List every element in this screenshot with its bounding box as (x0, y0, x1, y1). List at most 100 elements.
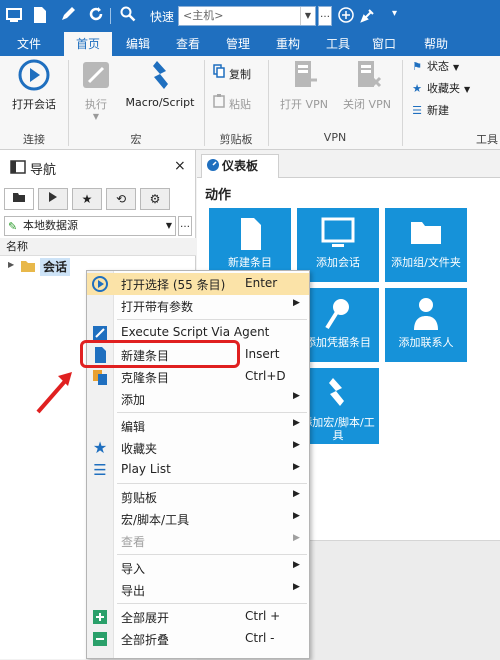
menu-separator (117, 412, 307, 413)
submenu-arrow-icon: ▶ (293, 440, 300, 450)
expand-icon[interactable]: ▶ (8, 260, 14, 269)
folder-tab-icon[interactable] (4, 188, 34, 210)
menu-item-label: 全部展开 (121, 611, 170, 625)
submenu-arrow-icon: ▶ (293, 298, 300, 308)
close-vpn-label: 关闭 VPN (343, 98, 391, 111)
menu-favorites[interactable]: ★ 收藏夹 ▶ (87, 437, 309, 459)
menu-item-label: 剪贴板 (121, 491, 158, 505)
gear-icon[interactable]: ⚙ (140, 188, 170, 210)
group-macro-label: 宏 (130, 133, 142, 146)
tab-view[interactable]: 查看 (166, 32, 210, 56)
tab-home[interactable]: 首页 (64, 32, 112, 56)
edit-pencil-icon[interactable] (58, 6, 78, 26)
new-button[interactable]: ☰ 新建 (410, 102, 449, 120)
submenu-arrow-icon: ▶ (293, 418, 300, 428)
execute-button[interactable]: 执行 ▼ (74, 58, 118, 121)
submenu-arrow-icon: ▶ (293, 582, 300, 592)
menu-item-label: Play List (121, 462, 171, 476)
history-tab-icon[interactable]: ⟲ (106, 188, 136, 210)
tile-label: 添加凭据条目 (305, 336, 371, 349)
menu-edit[interactable]: 编辑 ▶ (87, 415, 309, 437)
close-vpn-icon (350, 58, 384, 92)
tab-help[interactable]: 帮助 (414, 32, 458, 56)
menu-item-label: 克隆条目 (121, 371, 170, 385)
menu-export[interactable]: 导出 ▶ (87, 579, 309, 601)
macro-script-button[interactable]: Macro/Script (120, 58, 200, 109)
close-icon[interactable]: × (174, 158, 186, 174)
document-tabbar: 仪表板 (197, 150, 500, 178)
customize-toolbar-icon[interactable]: ▾ (392, 8, 397, 19)
menu-clone-entry[interactable]: 克隆条目 Ctrl+D (87, 366, 309, 388)
datasource-edit-icon: ✎ (8, 220, 18, 233)
menu-clipboard[interactable]: 剪贴板 ▶ (87, 486, 309, 508)
nav-title: 导航 (30, 163, 57, 178)
tab-refactor[interactable]: 重构 (266, 32, 310, 56)
menu-add[interactable]: 添加 ▶ (87, 388, 309, 410)
menu-expand-all[interactable]: 全部展开 Ctrl + (87, 606, 309, 628)
star-tab-icon[interactable]: ★ (72, 188, 102, 210)
menu-item-label: 查看 (121, 535, 146, 549)
host-input[interactable]: <主机> ▼ (178, 6, 316, 26)
copy-button[interactable]: 复制 (212, 64, 251, 82)
refresh-icon[interactable] (86, 6, 106, 26)
list-icon: ☰ (93, 461, 107, 479)
status-label: 状态 (427, 60, 449, 73)
submenu-arrow-icon: ▶ (293, 560, 300, 570)
menu-item-label: 全部折叠 (121, 633, 170, 647)
macro-script-icon (143, 58, 177, 92)
name-column-header: 名称 (0, 238, 196, 256)
menu-play-list[interactable]: ☰ Play List ▶ (87, 459, 309, 481)
play-tab-icon[interactable] (38, 188, 68, 210)
tab-edit[interactable]: 编辑 (116, 32, 160, 56)
annotation-arrow (36, 372, 72, 414)
paste-button[interactable]: 粘贴 (212, 94, 251, 112)
more-button[interactable]: … (318, 6, 332, 26)
chevron-down-icon: ▼ (464, 85, 471, 94)
add-group-tile[interactable]: 添加组/文件夹 (385, 208, 467, 282)
star-icon: ★ (412, 82, 422, 95)
datasource-more-button[interactable]: … (178, 216, 192, 236)
tab-file[interactable]: 文件 (6, 32, 52, 56)
app-icon (4, 6, 24, 26)
tool-arrow-icon[interactable] (358, 6, 378, 26)
tab-dashboard[interactable]: 仪表板 (201, 154, 279, 178)
tab-tools[interactable]: 工具 (316, 32, 360, 56)
favorites-button[interactable]: ★ 收藏夹 ▼ (410, 80, 470, 98)
menu-item-shortcut: Ctrl+D (245, 369, 286, 383)
monitor-icon (297, 216, 379, 252)
expand-all-icon (91, 608, 109, 626)
tab-manage[interactable]: 管理 (216, 32, 260, 56)
submenu-arrow-icon: ▶ (293, 533, 300, 543)
play-circle-icon (17, 58, 51, 92)
close-vpn-button[interactable]: 关闭 VPN (336, 58, 398, 112)
actions-heading: 动作 (205, 188, 232, 203)
clone-icon (91, 368, 109, 386)
menu-view[interactable]: 查看 ▶ (87, 530, 309, 552)
open-session-label: 打开会话 (12, 98, 56, 111)
status-button[interactable]: ⚑ 状态 ▼ (410, 58, 459, 76)
new-file-icon[interactable] (30, 6, 50, 26)
group-clipboard-label: 剪贴板 (219, 133, 253, 146)
menu-collapse-all[interactable]: 全部折叠 Ctrl - (87, 628, 309, 650)
menu-import[interactable]: 导入 ▶ (87, 557, 309, 579)
tile-label: 添加联系人 (398, 336, 454, 349)
tile-label: 添加组/文件夹 (391, 256, 461, 269)
chevron-down-icon: ▼ (453, 63, 460, 72)
new-label: 新建 (427, 104, 449, 117)
menu-open-with-params[interactable]: 打开带有参数 ▶ (87, 295, 309, 317)
open-vpn-button[interactable]: 打开 VPN (274, 58, 334, 112)
menu-macro-script-tools[interactable]: 宏/脚本/工具 ▶ (87, 508, 309, 530)
tab-window[interactable]: 窗口 (362, 32, 406, 56)
connect-icon[interactable] (336, 6, 356, 26)
star-icon: ★ (92, 438, 108, 457)
chevron-down-icon: ▼ (165, 221, 172, 230)
open-session-button[interactable]: 打开会话 (6, 58, 62, 112)
nav-toolbar: ★ ⟲ ⚙ (4, 188, 176, 210)
datasource-select[interactable]: ✎ 本地数据源 ▼ (4, 216, 176, 236)
submenu-arrow-icon: ▶ (293, 391, 300, 401)
search-icon[interactable] (118, 6, 138, 26)
menu-open-selection[interactable]: 打开选择 (55 条目) Enter (87, 273, 309, 295)
tile-label: 新建条目 (228, 256, 272, 269)
chevron-down-icon[interactable]: ▼ (300, 7, 315, 25)
add-contact-tile[interactable]: 添加联系人 (385, 288, 467, 362)
